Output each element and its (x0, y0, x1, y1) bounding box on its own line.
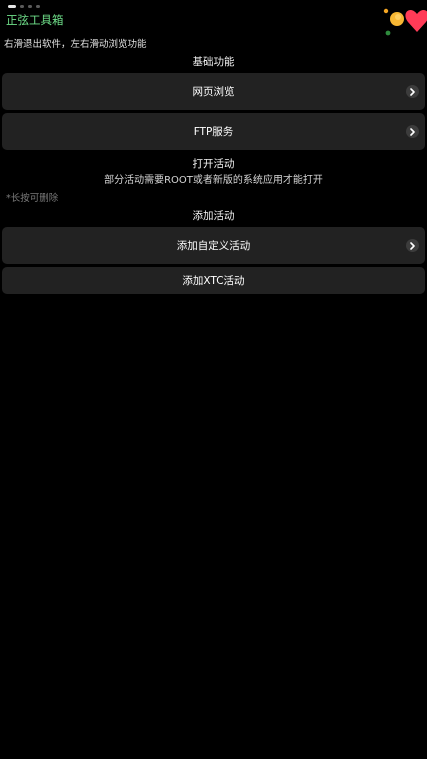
section-title-basic: 基础功能 (192, 56, 235, 68)
add-xtc-activity-button[interactable]: 添加XTC活动 (2, 267, 425, 294)
app-title: 正弦工具箱 (6, 13, 64, 27)
page-dot-active (8, 4, 16, 8)
add-custom-activity-button[interactable]: 添加自定义活动 (2, 227, 425, 264)
open-activity-subtitle: 部分活动需要ROOT或者新版的系统应用才能打开 (104, 175, 323, 186)
add-custom-activity-label: 添加自定义活动 (176, 240, 251, 252)
chevron-right-icon (406, 85, 419, 98)
chevron-right-icon (406, 125, 419, 138)
ftp-service-button[interactable]: FTP服务 (2, 113, 425, 150)
chevron-right-icon (406, 239, 419, 252)
swipe-hint: 右滑退出软件，左右滑动浏览功能 (4, 39, 147, 50)
page-dot (28, 4, 32, 8)
web-browse-label: 网页浏览 (192, 86, 235, 98)
page-dot (36, 4, 40, 8)
page-indicator (8, 4, 40, 8)
decoration-icon (383, 8, 427, 36)
web-browse-button[interactable]: 网页浏览 (2, 73, 425, 110)
add-xtc-activity-label: 添加XTC活动 (182, 275, 245, 287)
long-press-delete-note: *长按可删除 (6, 193, 59, 204)
page-dot (20, 4, 24, 8)
ftp-service-label: FTP服务 (193, 126, 234, 138)
section-title-add-activity: 添加活动 (192, 210, 235, 222)
section-title-open-activity: 打开活动 (192, 158, 235, 170)
